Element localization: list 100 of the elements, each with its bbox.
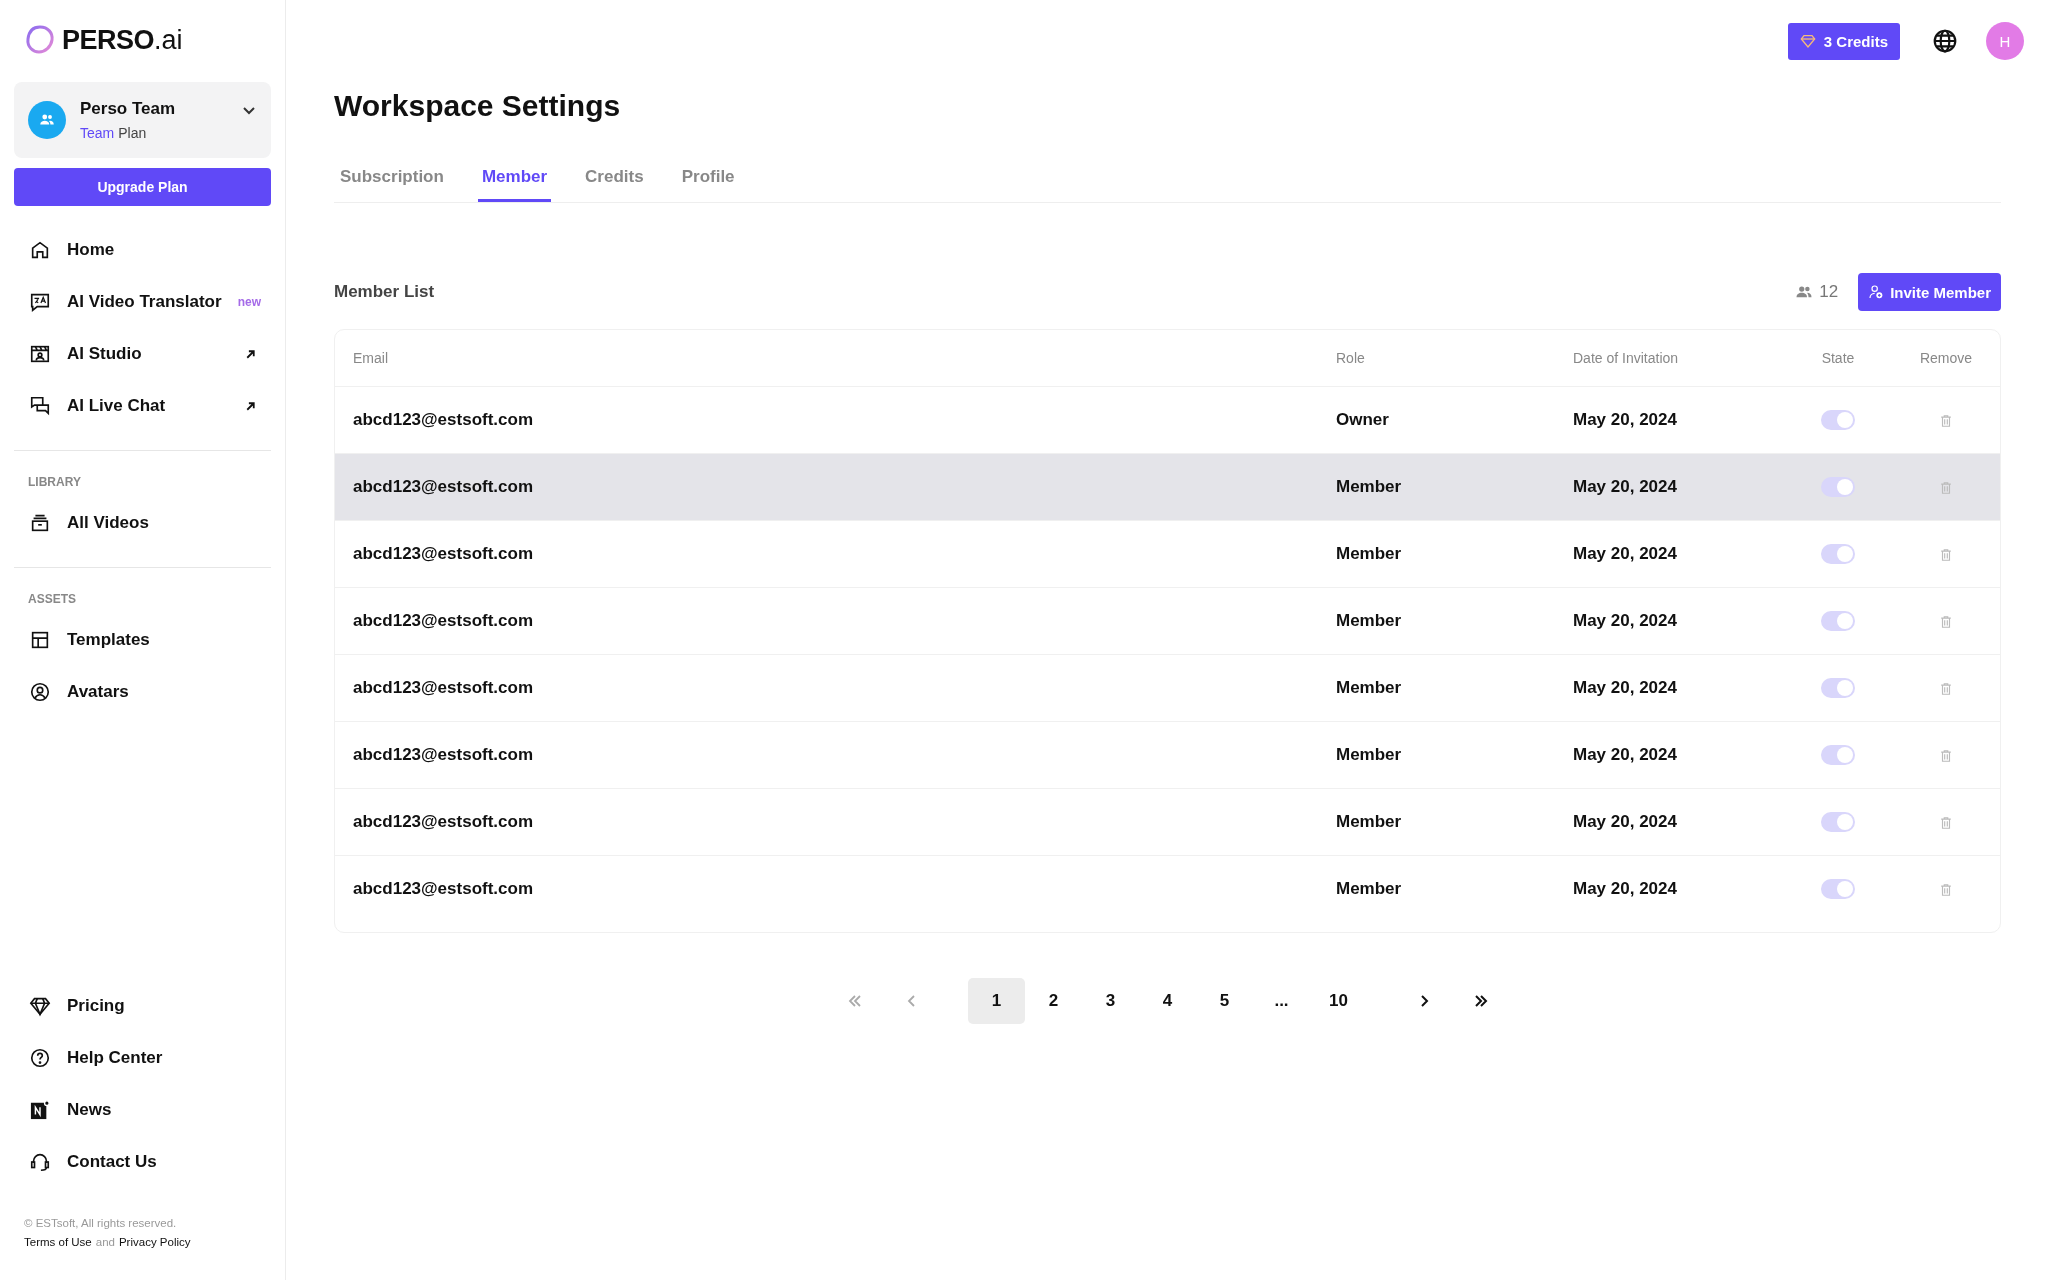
email-cell-text: abcd123@estsoft.com: [352, 879, 535, 899]
help-icon: [29, 1047, 51, 1069]
headset-icon: [29, 1151, 51, 1173]
state-toggle[interactable]: [1821, 477, 1855, 498]
settings-tab[interactable]: Member: [477, 167, 552, 202]
member-row[interactable]: abcd123@estsoft.com Member May 20, 2024: [335, 722, 2000, 789]
trash-icon[interactable]: [1939, 681, 1953, 696]
email-cell-text: abcd123@estsoft.com: [352, 611, 535, 631]
trash-icon[interactable]: [1939, 480, 1953, 495]
date-cell-text: May 20, 2024: [1573, 410, 1678, 430]
role-cell-text: Member: [1336, 745, 1403, 765]
date-cell-text: May 20, 2024: [1573, 745, 1678, 765]
trash-icon[interactable]: [1939, 547, 1953, 562]
nav-item[interactable]: All Videos: [14, 497, 271, 549]
nav-label: All Videos: [67, 513, 150, 533]
nav-item[interactable]: Avatars: [14, 666, 271, 718]
language-globe-icon[interactable]: [1932, 28, 1958, 54]
nav-item[interactable]: Help Center: [14, 1032, 271, 1084]
templates-icon: [29, 629, 51, 651]
new-label: new: [237, 295, 261, 309]
page-button[interactable]: ...: [1253, 978, 1310, 1024]
state-toggle[interactable]: [1821, 544, 1855, 565]
member-count: 12: [1819, 282, 1839, 302]
nav-label: AI Live Chat: [67, 396, 167, 416]
trash-icon[interactable]: [1939, 413, 1953, 428]
email-cell-text: abcd123@estsoft.com: [352, 410, 535, 430]
news-icon: [29, 1099, 51, 1121]
column-header: State: [1820, 350, 1856, 366]
page-button[interactable]: 2: [1025, 978, 1082, 1024]
nav-item[interactable]: Contact Us: [14, 1136, 271, 1188]
home-icon: [29, 239, 51, 261]
trash-icon[interactable]: [1939, 815, 1953, 830]
member-list-title: Member List: [334, 282, 435, 302]
trash-icon[interactable]: [1939, 882, 1953, 897]
double-chevron-left-icon: [846, 993, 863, 1009]
nav-item[interactable]: Templates: [14, 614, 271, 666]
role-cell-text: Member: [1336, 879, 1403, 899]
avatars-icon: [29, 681, 51, 703]
credits-button[interactable]: 3 Credits: [1787, 22, 1900, 60]
invite-member-button[interactable]: Invite Member: [1858, 273, 2001, 311]
state-toggle[interactable]: [1821, 410, 1855, 431]
settings-tab[interactable]: Credits: [581, 167, 648, 202]
page-button[interactable]: 3: [1082, 978, 1139, 1024]
column-header: Remove: [1918, 350, 1974, 366]
date-cell-text: May 20, 2024: [1573, 544, 1678, 564]
trash-icon[interactable]: [1939, 748, 1953, 763]
date-cell-text: May 20, 2024: [1573, 812, 1678, 832]
email-cell-text: abcd123@estsoft.com: [352, 678, 535, 698]
member-row[interactable]: abcd123@estsoft.com Member May 20, 2024: [335, 789, 2000, 856]
role-cell-text: Member: [1336, 477, 1403, 497]
member-row[interactable]: abcd123@estsoft.com Member May 20, 2024: [335, 655, 2000, 722]
nav-item[interactable]: AI Live Chat: [14, 380, 271, 432]
external-link-icon: [244, 347, 257, 361]
privacy-policy-link[interactable]: Privacy Policy: [118, 1233, 191, 1252]
nav-label: Avatars: [67, 682, 130, 702]
member-row[interactable]: abcd123@estsoft.com Member May 20, 2024: [335, 454, 2000, 521]
copyright-text: © ESTsoft, All rights reserved.: [24, 1216, 178, 1231]
page-button[interactable]: 10: [1310, 978, 1367, 1024]
nav-item[interactable]: AI Studio: [14, 328, 271, 380]
workspace-selector[interactable]: Perso Team Team Plan: [14, 82, 271, 158]
page-button[interactable]: 1: [968, 978, 1025, 1024]
state-toggle[interactable]: [1821, 611, 1855, 632]
nav-label: AI Video Translator: [67, 292, 222, 312]
nav-label: Pricing: [67, 996, 126, 1016]
member-row[interactable]: abcd123@estsoft.com Member May 20, 2024: [335, 521, 2000, 588]
terms-link[interactable]: Terms of Use: [24, 1233, 92, 1252]
nav-item[interactable]: Home: [14, 224, 271, 276]
date-cell-text: May 20, 2024: [1573, 477, 1678, 497]
email-cell-text: abcd123@estsoft.com: [352, 544, 535, 564]
email-cell-text: abcd123@estsoft.com: [352, 745, 535, 765]
upgrade-plan-button[interactable]: Upgrade Plan: [14, 168, 271, 206]
diamond-icon: [1799, 33, 1816, 49]
videos-icon: [29, 512, 51, 534]
nav-item[interactable]: News: [14, 1084, 271, 1136]
diamond-icon: [29, 995, 51, 1017]
state-toggle[interactable]: [1821, 812, 1855, 833]
state-toggle[interactable]: [1821, 879, 1855, 900]
page-button[interactable]: 5: [1196, 978, 1253, 1024]
trash-icon[interactable]: [1939, 614, 1953, 629]
role-cell-text: Owner: [1336, 410, 1390, 430]
nav-label: Home: [67, 240, 116, 260]
state-toggle[interactable]: [1821, 678, 1855, 699]
nav-item[interactable]: Pricing: [14, 980, 271, 1032]
member-row[interactable]: abcd123@estsoft.com Member May 20, 2024: [335, 588, 2000, 655]
page-title: Workspace Settings: [334, 89, 622, 123]
plan-label: Plan: [118, 125, 147, 141]
logo-text: PERSO: [62, 24, 155, 56]
translate-icon: [29, 291, 51, 313]
nav-item[interactable]: AI Video Translator new: [14, 276, 271, 328]
role-cell-text: Member: [1336, 544, 1403, 564]
plan-tier-label: Team: [80, 125, 115, 141]
studio-icon: [29, 343, 51, 365]
settings-tab[interactable]: Profile: [677, 167, 739, 202]
external-link-icon: [244, 399, 257, 413]
page-button[interactable]: 4: [1139, 978, 1196, 1024]
nav-label: Help Center: [67, 1048, 164, 1068]
nav-label: AI Studio: [67, 344, 143, 364]
member-row[interactable]: abcd123@estsoft.com Member May 20, 2024: [335, 856, 2000, 922]
state-toggle[interactable]: [1821, 745, 1855, 766]
settings-tab[interactable]: Subscription: [336, 167, 448, 202]
